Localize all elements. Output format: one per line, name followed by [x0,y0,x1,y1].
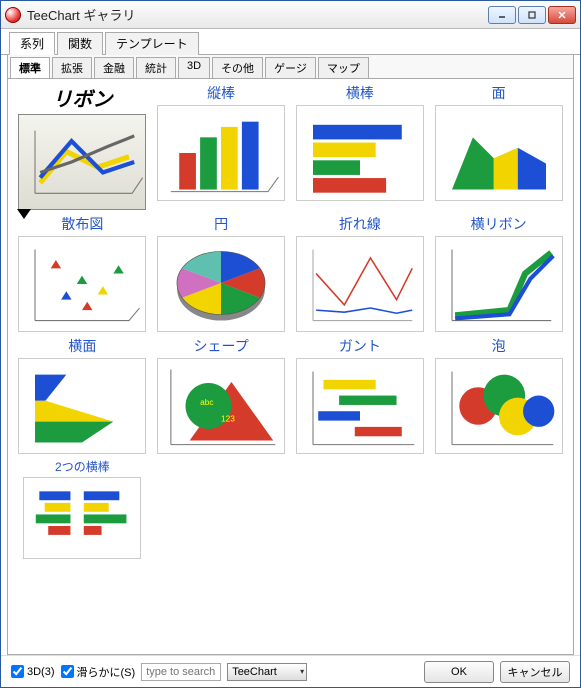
chart-label: 円 [155,214,288,234]
subtab-gauge[interactable]: ゲージ [265,57,316,78]
checkbox-smooth-label: 滑らかに(S) [77,664,136,680]
svg-text:123: 123 [221,414,235,424]
chart-item-scatter[interactable]: 散布図 [16,214,149,332]
chart-item-vertical-bar[interactable]: 縦棒 [155,83,288,210]
chart-label: 散布図 [16,214,149,234]
app-icon [5,7,21,23]
chart-thumb-harea [18,358,146,454]
subtab-stats[interactable]: 統計 [136,57,176,78]
chart-item-bubble[interactable]: 泡 [432,336,565,454]
maximize-button[interactable] [518,6,546,24]
subtab-map[interactable]: マップ [318,57,369,78]
subtab-extended[interactable]: 拡張 [52,57,92,78]
chart-thumb-hribbon [435,236,563,332]
chart-item-line[interactable]: 折れ線 [294,214,427,332]
chart-item-horizontal-bar[interactable]: 横棒 [294,83,427,210]
sub-panel: 標準 拡張 金融 統計 3D その他 ゲージ マップ リボン [7,55,574,655]
chart-item-gantt[interactable]: ガント [294,336,427,454]
chart-label: リボン [16,83,149,112]
tab-series[interactable]: 系列 [9,32,55,55]
checkbox-3d-input[interactable] [11,665,24,678]
cancel-button[interactable]: キャンセル [500,661,570,683]
chart-label: 2つの横棒 [16,458,149,475]
main-tabs: 系列 関数 テンプレート [1,29,580,55]
chart-thumb-scatter [18,236,146,332]
theme-combo[interactable]: TeeChart ▾ [227,663,307,681]
chart-thumb-gantt [296,358,424,454]
window-controls [488,6,576,24]
chart-thumb-line [296,236,424,332]
chart-item-ribbon[interactable]: リボン [16,83,149,210]
checkbox-3d[interactable]: 3D(3) [11,665,55,678]
minimize-button[interactable] [488,6,516,24]
chart-thumb-pie [157,236,285,332]
chart-label: 横面 [16,336,149,356]
subtab-3d[interactable]: 3D [178,57,210,78]
chart-thumb-area [435,105,563,201]
window-title: TeeChart ギャラリ [27,5,488,24]
titlebar: TeeChart ギャラリ [1,1,580,29]
chart-item-shape[interactable]: シェープ abc 123 [155,336,288,454]
subtab-other[interactable]: その他 [212,57,263,78]
close-button[interactable] [548,6,576,24]
theme-combo-value: TeeChart [232,666,277,678]
tab-functions[interactable]: 関数 [57,32,103,55]
chart-label: 横リボン [432,214,565,234]
chart-item-area[interactable]: 面 [432,83,565,210]
chart-label: 縦棒 [155,83,288,103]
chart-label: 面 [432,83,565,103]
selection-arrow-icon [17,209,31,219]
chart-item-horiz-ribbon[interactable]: 横リボン [432,214,565,332]
search-input[interactable] [141,663,221,681]
chart-thumb-shape: abc 123 [157,358,285,454]
chart-thumb-hbar [296,105,424,201]
chart-item-horiz-area[interactable]: 横面 [16,336,149,454]
chart-item-pie[interactable]: 円 [155,214,288,332]
chart-label: 横棒 [294,83,427,103]
subtab-financial[interactable]: 金融 [94,57,134,78]
chart-item-two-hbar[interactable]: 2つの横棒 [16,458,149,559]
svg-text:abc: abc [200,397,213,407]
chart-thumb-bubble [435,358,563,454]
bottom-bar: 3D(3) 滑らかに(S) TeeChart ▾ OK キャンセル [1,655,580,687]
tab-templates[interactable]: テンプレート [105,32,199,55]
chart-label: 泡 [432,336,565,356]
ok-button[interactable]: OK [424,661,494,683]
category-tabs: 標準 拡張 金融 統計 3D その他 ゲージ マップ [8,55,573,79]
checkbox-smooth[interactable]: 滑らかに(S) [61,664,136,680]
chart-thumb-ribbon [18,114,146,210]
chart-thumb-bar [157,105,285,201]
subtab-standard[interactable]: 標準 [10,57,50,78]
chart-label: シェープ [155,336,288,356]
chart-label: 折れ線 [294,214,427,234]
checkbox-3d-label: 3D(3) [27,666,55,678]
chart-thumb-two-hbar [23,477,141,559]
checkbox-smooth-input[interactable] [61,665,74,678]
chart-label: ガント [294,336,427,356]
chart-gallery: リボン 縦棒 [8,79,573,654]
chevron-down-icon: ▾ [300,667,304,676]
gallery-window: TeeChart ギャラリ 系列 関数 テンプレート 標準 拡張 金融 統計 3… [0,0,581,688]
